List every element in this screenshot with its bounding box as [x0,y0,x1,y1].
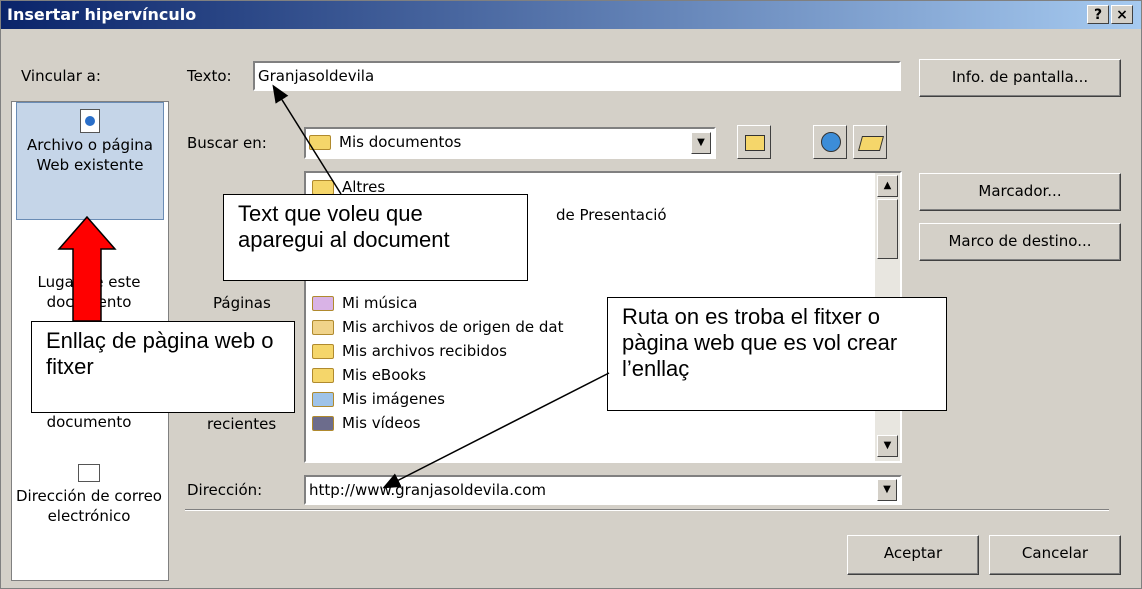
nav-item-email-address[interactable]: Dirección de correo electrónico [16,460,162,560]
link-to-label: Vincular a: [21,67,101,85]
scroll-up-arrow[interactable]: ▲ [877,175,898,197]
videos-folder-icon [312,416,334,431]
file-icon [80,109,100,133]
nav-item-new-document[interactable]: documento [16,412,162,436]
look-in-select[interactable]: Mis documentos [304,127,716,159]
browse-web-button[interactable] [813,125,847,159]
envelope-icon [78,464,100,482]
file-name: Mis vídeos [342,414,421,432]
bookmark-button[interactable]: Marcador... [919,173,1121,211]
folder-icon [312,180,334,195]
folder-icon [312,368,334,383]
address-label: Dirección: [187,481,263,499]
nav-item-existing-file[interactable]: Archivo o página Web existente [16,102,164,220]
text-input[interactable]: Granjasoldevila [253,61,901,91]
help-button[interactable]: ? [1087,5,1109,24]
list-item[interactable]: Mi música [312,291,417,315]
separator [185,509,1109,511]
nav-item-label: documento [46,413,132,431]
scroll-thumb[interactable] [877,199,898,259]
tab-label: Páginas [213,294,271,312]
list-item[interactable]: Mis archivos recibidos [312,339,507,363]
browse-file-button[interactable] [853,125,887,159]
cancel-button[interactable]: Cancelar [989,535,1121,575]
file-name: Mis archivos recibidos [342,342,507,360]
text-label: Texto: [187,67,232,85]
link-callout: Enllaç de pàgina web o fitxer [31,321,295,413]
list-item[interactable]: Mis imágenes [312,387,445,411]
ok-button[interactable]: Aceptar [847,535,979,575]
list-item[interactable]: de Presentació [556,203,667,227]
title-bar: Insertar hipervínculo ? × [1,1,1141,29]
file-name: Mis eBooks [342,366,427,384]
path-callout: Ruta on es troba el fitxer o pàgina web … [607,297,947,411]
scroll-down-arrow[interactable]: ▼ [877,435,898,457]
address-input[interactable]: http://www.granjasoldevila.com [304,475,902,505]
close-button[interactable]: × [1111,5,1133,24]
up-folder-icon [745,135,765,151]
nav-item-label: Lugar de este documento [37,273,141,311]
open-folder-icon [857,136,885,151]
text-callout: Text que voleu que aparegui al document [223,194,528,281]
screen-tip-button[interactable]: Info. de pantalla... [919,59,1121,97]
folder-icon [312,344,334,359]
list-item[interactable]: Mis eBooks [312,363,426,387]
address-dropdown-arrow[interactable]: ▼ [877,479,897,501]
insert-hyperlink-dialog: Insertar hipervínculo ? × Vincular a: Ar… [0,0,1142,589]
look-in-value: Mis documentos [339,133,462,151]
data-sources-folder-icon [312,320,334,335]
look-in-dropdown-arrow[interactable]: ▼ [691,132,711,154]
globe-icon [821,132,841,152]
target-frame-button[interactable]: Marco de destino... [919,223,1121,261]
music-folder-icon [312,296,334,311]
up-folder-button[interactable] [737,125,771,159]
look-in-label: Buscar en: [187,134,267,152]
file-name: Mis archivos de origen de dat [342,318,564,336]
dialog-title: Insertar hipervínculo [7,5,197,24]
nav-item-label: Archivo o página Web existente [27,136,153,174]
file-name: Mis imágenes [342,390,445,408]
file-name: de Presentació [556,206,667,224]
folder-icon [309,135,331,150]
list-item[interactable]: Mis vídeos [312,411,420,435]
pictures-folder-icon [312,392,334,407]
file-name: Mi música [342,294,418,312]
list-item[interactable]: Mis archivos de origen de dat [312,315,563,339]
nav-item-label: Dirección de correo electrónico [16,487,162,525]
tab-label: recientes [207,415,277,433]
